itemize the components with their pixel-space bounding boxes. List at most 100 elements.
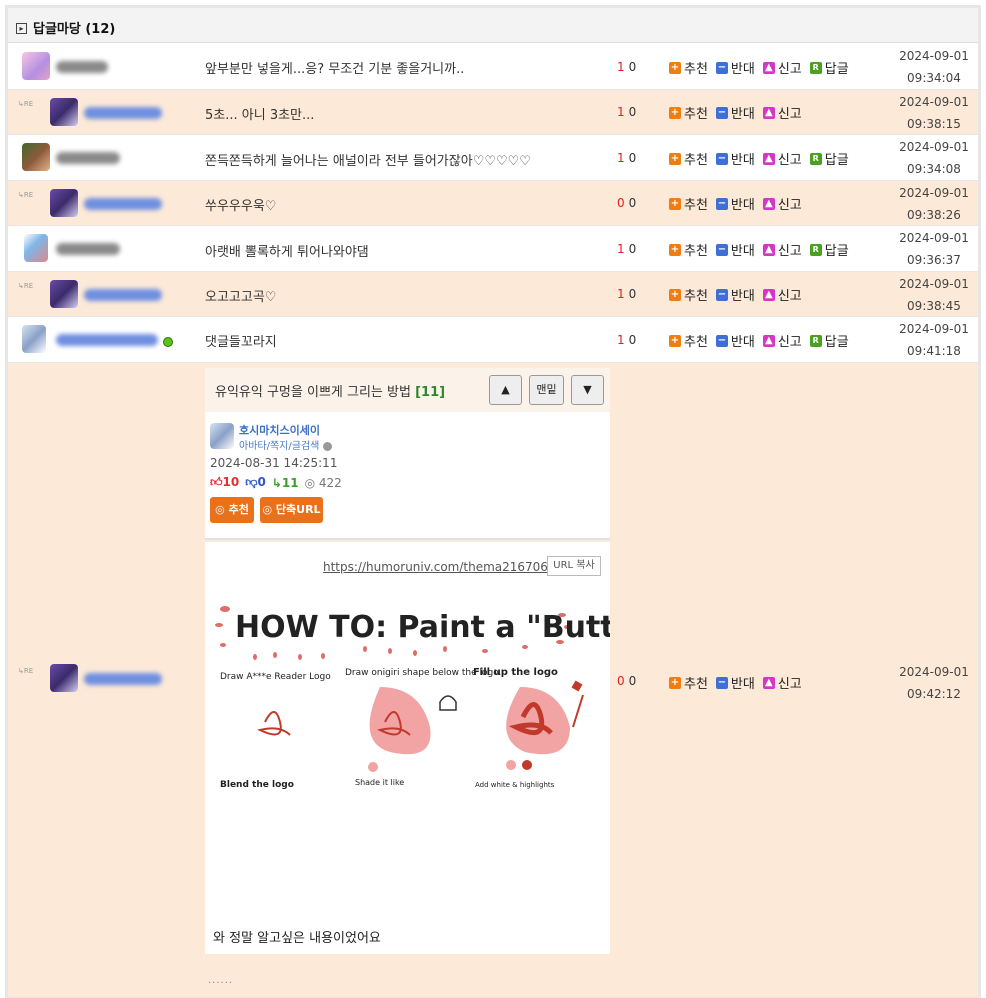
views-icon: ◎	[304, 475, 316, 490]
recommend-link[interactable]: 추천	[684, 331, 708, 350]
report-link[interactable]: 신고	[778, 194, 802, 213]
step-6-label: Add white & highlights	[475, 781, 555, 789]
nickname-blurred[interactable]	[84, 289, 162, 301]
author-name[interactable]: 호시마치스이세이	[239, 422, 320, 438]
nickname-blurred[interactable]	[56, 243, 120, 255]
reply-board: ▸ 답글마당 (12) 앞부분만 넣을게...응? 무조건 기분 좋을거니까..…	[5, 5, 981, 998]
oppose-link[interactable]: 반대	[731, 285, 755, 304]
oppose-link[interactable]: 반대	[731, 103, 755, 122]
oppose-link[interactable]: 반대	[731, 149, 755, 168]
nickname-blurred[interactable]	[56, 334, 158, 346]
recommend-link[interactable]: 추천	[684, 285, 708, 304]
report-link[interactable]: 신고	[778, 58, 802, 77]
oppose-link[interactable]: 반대	[731, 240, 755, 259]
report-icon[interactable]: ▲	[762, 61, 775, 74]
nickname-blurred[interactable]	[84, 673, 162, 685]
recommend-link[interactable]: 추천	[684, 240, 708, 259]
minus-icon[interactable]: −	[715, 197, 728, 210]
recommend-button[interactable]: ◎ 추천	[210, 497, 254, 523]
comment-actions: + 추천 − 반대 ▲ 신고 R 답글	[669, 58, 849, 77]
short-url-button[interactable]: ◎ 단축URL	[260, 497, 323, 523]
report-icon[interactable]: ▲	[762, 288, 775, 301]
avatar[interactable]	[22, 325, 46, 353]
brush-icon	[571, 680, 583, 692]
re-label: ↳RE	[18, 191, 34, 199]
plus-icon[interactable]: +	[669, 243, 681, 256]
minus-icon[interactable]: −	[715, 106, 728, 119]
expand-icon[interactable]: ▸	[16, 23, 27, 34]
reply-link[interactable]: 답글	[825, 331, 849, 350]
reply-icon[interactable]: R	[809, 243, 822, 256]
scroll-up-button[interactable]: ▲	[489, 375, 522, 405]
step-1-label: Draw A***e Reader Logo	[220, 672, 331, 682]
reply-icon[interactable]: R	[809, 152, 822, 165]
minus-icon[interactable]: −	[715, 334, 728, 347]
minus-icon[interactable]: −	[715, 676, 728, 689]
plus-icon[interactable]: +	[669, 61, 681, 74]
plus-icon[interactable]: +	[669, 288, 681, 301]
report-icon[interactable]: ▲	[762, 243, 775, 256]
oppose-link[interactable]: 반대	[731, 673, 755, 692]
go-bottom-button[interactable]: 맨밑	[529, 375, 564, 405]
minus-icon[interactable]: −	[715, 61, 728, 74]
author-links[interactable]: 아바타/쪽지/글검색	[239, 437, 332, 452]
re-label: ↳RE	[18, 667, 34, 675]
report-link[interactable]: 신고	[778, 149, 802, 168]
plus-icon[interactable]: +	[669, 152, 681, 165]
reply-icon[interactable]: R	[809, 61, 822, 74]
post-url-link[interactable]: https://humoruniv.com/thema21670697	[323, 560, 563, 574]
scroll-down-button[interactable]: ▼	[571, 375, 604, 405]
nickname-blurred[interactable]	[84, 198, 162, 210]
minus-icon[interactable]: −	[715, 288, 728, 301]
report-icon[interactable]: ▲	[762, 676, 775, 689]
recommend-link[interactable]: 추천	[684, 194, 708, 213]
avatar[interactable]	[50, 98, 78, 126]
reply-link[interactable]: 답글	[825, 58, 849, 77]
reply-icon[interactable]: R	[809, 334, 822, 347]
recommend-link[interactable]: 추천	[684, 673, 708, 692]
comment-text: 오고고고곡♡	[205, 290, 277, 305]
truncation-ellipsis: ......	[208, 975, 234, 986]
comment-timestamp: 2024-09-01 09:41:18	[899, 322, 969, 358]
comment-row: ↳RE 5초... 아니 3초만... 10 + 추천 − 반대 ▲ 신고 2024-…	[8, 90, 978, 135]
minus-icon[interactable]: −	[715, 243, 728, 256]
plus-icon[interactable]: +	[669, 334, 681, 347]
comment-text: 쑤우우우욱♡	[205, 199, 277, 214]
plus-icon[interactable]: +	[669, 197, 681, 210]
report-link[interactable]: 신고	[778, 331, 802, 350]
avatar[interactable]	[50, 664, 78, 692]
online-status-icon	[163, 337, 173, 347]
oppose-link[interactable]: 반대	[731, 194, 755, 213]
report-link[interactable]: 신고	[778, 285, 802, 304]
avatar[interactable]	[22, 143, 50, 171]
plus-icon[interactable]: +	[669, 676, 681, 689]
url-copy-button[interactable]: URL 복사	[547, 556, 601, 576]
report-icon[interactable]: ▲	[762, 334, 775, 347]
author-avatar[interactable]	[210, 423, 234, 449]
avatar[interactable]	[50, 189, 78, 217]
reply-link[interactable]: 답글	[825, 240, 849, 259]
oppose-link[interactable]: 반대	[731, 331, 755, 350]
avatar[interactable]	[24, 234, 48, 262]
embedded-post-title[interactable]: 유익유익 구멍을 이쁘게 그리는 방법 [11]	[215, 381, 445, 400]
oppose-link[interactable]: 반대	[731, 58, 755, 77]
report-link[interactable]: 신고	[778, 240, 802, 259]
report-link[interactable]: 신고	[778, 673, 802, 692]
likes-stat: 👍︎10	[210, 475, 240, 489]
nickname-blurred[interactable]	[56, 152, 120, 164]
recommend-link[interactable]: 추천	[684, 58, 708, 77]
nickname-blurred[interactable]	[56, 61, 108, 73]
plus-icon[interactable]: +	[669, 106, 681, 119]
avatar[interactable]	[50, 280, 78, 308]
report-link[interactable]: 신고	[778, 103, 802, 122]
minus-icon[interactable]: −	[715, 152, 728, 165]
reply-link[interactable]: 답글	[825, 149, 849, 168]
recommend-link[interactable]: 추천	[684, 149, 708, 168]
report-icon[interactable]: ▲	[762, 106, 775, 119]
recommend-link[interactable]: 추천	[684, 103, 708, 122]
avatar[interactable]	[22, 52, 50, 80]
report-icon[interactable]: ▲	[762, 197, 775, 210]
triangle-up-icon: ▲	[501, 383, 510, 396]
nickname-blurred[interactable]	[84, 107, 162, 119]
report-icon[interactable]: ▲	[762, 152, 775, 165]
